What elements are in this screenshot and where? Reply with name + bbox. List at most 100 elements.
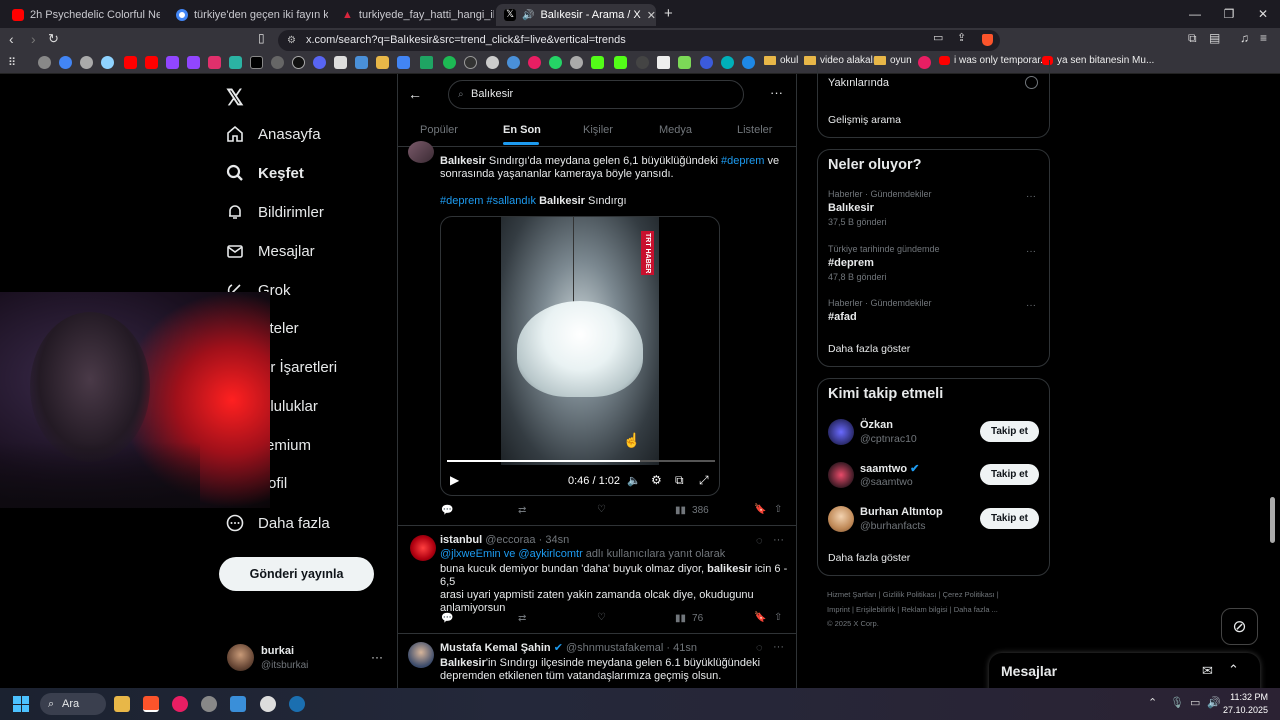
bookmark-page-icon[interactable]: ▯: [258, 31, 265, 45]
nav-more[interactable]: Daha fazla: [226, 514, 330, 532]
play-icon[interactable]: ▶: [450, 473, 459, 487]
like-icon[interactable]: ♡: [597, 612, 606, 623]
browser-tab[interactable]: 2h Psychedelic Colorful Neon Backgr: [4, 4, 160, 26]
follow-name[interactable]: saamtwo ✔: [860, 462, 919, 475]
trends-show-more[interactable]: Daha fazla göster: [828, 343, 910, 355]
footer-links[interactable]: Imprint | Erişilebilirlik | Reklam bilgi…: [827, 605, 998, 614]
spotify-icon[interactable]: [443, 56, 456, 69]
nav-bookmarks[interactable]: er İşaretleri: [262, 359, 337, 376]
bookmark-icon[interactable]: [657, 56, 670, 69]
repost-icon[interactable]: ⇄: [518, 613, 526, 624]
views-stat[interactable]: ▮▮ 386: [675, 505, 709, 516]
follow-avatar[interactable]: [828, 462, 854, 488]
like-icon[interactable]: ♡: [597, 504, 606, 515]
expand-icon[interactable]: ⌃: [1228, 662, 1239, 678]
follow-name[interactable]: Özkan: [860, 419, 893, 431]
back-arrow-icon[interactable]: ←: [408, 86, 422, 102]
steam-icon[interactable]: [289, 696, 305, 712]
follow-button[interactable]: Takip et: [980, 421, 1039, 442]
grok-icon[interactable]: ◌: [756, 535, 763, 547]
bookmark-icon[interactable]: [678, 56, 691, 69]
tab-medya[interactable]: Medya: [659, 124, 692, 136]
tab-en-son[interactable]: En Son: [503, 124, 541, 136]
bookmark-icon[interactable]: [721, 56, 734, 69]
trend-more-icon[interactable]: ···: [1026, 300, 1036, 311]
tweet-more-icon[interactable]: ···: [773, 641, 784, 653]
bookmark-folder-okul[interactable]: okul: [764, 55, 798, 66]
location-radio[interactable]: [1025, 76, 1038, 89]
file-explorer-icon[interactable]: [114, 696, 130, 712]
settings-icon[interactable]: ⚙: [651, 473, 662, 487]
clock-date[interactable]: 27.10.2025: [1222, 705, 1268, 715]
bookmark-icon[interactable]: [355, 56, 368, 69]
site-info-icon[interactable]: ⚙: [287, 30, 296, 51]
network-icon[interactable]: ▭: [1190, 696, 1200, 709]
trend-name[interactable]: #deprem: [828, 257, 874, 269]
back-icon[interactable]: ‹: [9, 31, 14, 47]
reload-icon[interactable]: ↻: [48, 31, 59, 47]
browser-tab[interactable]: ▲ turkiyede_fay_hatti_hangi_illerden_ge: [334, 4, 494, 26]
follow-avatar[interactable]: [828, 506, 854, 532]
search-input[interactable]: ⌕ Balıkesir: [448, 80, 744, 109]
bookmark-icon[interactable]: [229, 56, 242, 69]
youtube-icon[interactable]: [145, 56, 158, 69]
new-message-icon[interactable]: ✉: [1202, 663, 1213, 679]
bookmark-icon[interactable]: [486, 56, 499, 69]
nav-profile[interactable]: ofil: [268, 475, 287, 492]
share-icon[interactable]: ⇪: [957, 31, 966, 44]
views-stat[interactable]: ▮▮ 76: [675, 613, 703, 624]
bookmark-icon[interactable]: [636, 56, 649, 69]
tray-chevron-icon[interactable]: ⌃: [1148, 696, 1157, 709]
grok-icon[interactable]: ◌: [756, 642, 763, 654]
tweet-avatar[interactable]: [408, 642, 434, 668]
bookmark-icon[interactable]: 🔖: [754, 504, 766, 515]
maximize-icon[interactable]: ❐: [1212, 0, 1246, 28]
tweet-avatar[interactable]: [408, 141, 434, 163]
x-logo-icon[interactable]: 𝕏: [226, 85, 244, 111]
app-icon[interactable]: [230, 696, 246, 712]
kick-icon[interactable]: [614, 56, 627, 69]
account-name[interactable]: burkai: [261, 645, 294, 657]
follow-button[interactable]: Takip et: [980, 508, 1039, 529]
media-icon[interactable]: ♫: [1240, 31, 1249, 45]
x-logo-icon[interactable]: [250, 56, 263, 69]
follow-avatar[interactable]: [828, 419, 854, 445]
trend-more-icon[interactable]: ···: [1026, 191, 1036, 202]
brave-icon[interactable]: [143, 696, 159, 712]
trend-name[interactable]: Balıkesir: [828, 202, 874, 214]
browser-tab-active[interactable]: 𝕏 🔊 Balıkesir - Arama / X ✕: [496, 4, 656, 26]
new-tab-icon[interactable]: +: [664, 5, 673, 22]
app-icon[interactable]: [201, 696, 217, 712]
discord-icon[interactable]: [313, 56, 326, 69]
bookmark-icon[interactable]: 🔖: [754, 612, 766, 623]
account-menu-icon[interactable]: ···: [371, 650, 383, 664]
bookmark-icon[interactable]: [464, 56, 477, 69]
taskbar-search[interactable]: ⌕ Ara: [40, 693, 106, 715]
page-scrollbar[interactable]: [1270, 497, 1275, 543]
tweet-avatar[interactable]: [410, 535, 436, 561]
bookmark-icon[interactable]: [570, 56, 583, 69]
reply-icon[interactable]: 💬: [441, 613, 453, 624]
youtube-icon[interactable]: [124, 56, 137, 69]
twitch-icon[interactable]: [166, 56, 179, 69]
nav-communities[interactable]: pluluklar: [262, 398, 318, 415]
pip-icon[interactable]: ⧉: [675, 473, 684, 488]
bookmark-icon[interactable]: [271, 56, 284, 69]
video-progress-track[interactable]: [447, 460, 715, 462]
bookmark-icon[interactable]: [742, 56, 755, 69]
bookmark-icon[interactable]: [38, 56, 51, 69]
advanced-search-link[interactable]: Gelişmiş arama: [828, 114, 901, 126]
kick-icon[interactable]: [591, 56, 604, 69]
twitch-icon[interactable]: [187, 56, 200, 69]
video-player[interactable]: TRT HABER ▶ 0:46 / 1:02 🔈 ⚙ ⧉ ⤢: [440, 216, 720, 496]
bookmark-link[interactable]: ya sen bitanesin Mu...: [1042, 55, 1154, 66]
messages-drawer[interactable]: Mesajlar ✉ ⌃: [989, 653, 1260, 693]
bookmark-icon[interactable]: [334, 56, 347, 69]
whatsapp-icon[interactable]: [549, 56, 562, 69]
close-window-icon[interactable]: ✕: [1246, 0, 1280, 28]
sidebar-icon[interactable]: ▤: [1209, 31, 1220, 45]
volume-icon[interactable]: 🔊: [1207, 696, 1221, 709]
forward-icon[interactable]: ›: [31, 31, 36, 47]
bookmark-icon[interactable]: [507, 56, 520, 69]
bookmark-icon[interactable]: [700, 56, 713, 69]
